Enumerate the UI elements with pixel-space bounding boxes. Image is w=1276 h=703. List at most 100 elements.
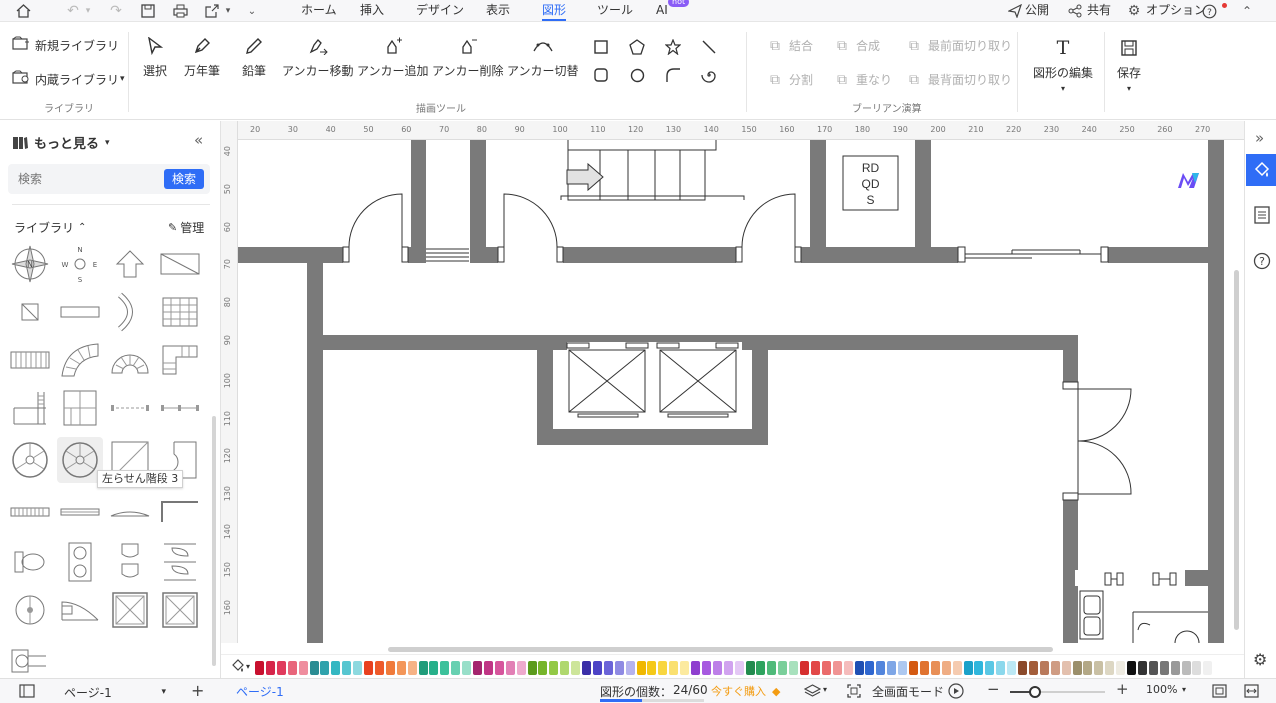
anchor-switch-button[interactable]: アンカー切替	[507, 34, 579, 79]
color-swatch[interactable]	[1094, 661, 1104, 675]
color-swatch[interactable]	[407, 661, 417, 675]
color-swatch[interactable]	[1018, 661, 1027, 675]
color-swatch[interactable]	[396, 661, 406, 675]
pentagon-shape-icon[interactable]	[628, 38, 646, 56]
color-swatch[interactable]	[756, 661, 766, 675]
bathtub-shape[interactable]	[157, 587, 203, 633]
color-swatch[interactable]	[451, 661, 461, 675]
color-swatch[interactable]	[603, 661, 613, 675]
color-swatch[interactable]	[647, 661, 657, 675]
window-arc-shape[interactable]	[107, 489, 153, 535]
color-swatch[interactable]	[734, 661, 744, 675]
undo-dropdown-icon[interactable]: ▾	[83, 2, 93, 20]
color-swatch[interactable]	[669, 661, 679, 675]
straight-stair-shape[interactable]	[7, 337, 53, 383]
vertical-scrollbar[interactable]	[1229, 140, 1244, 643]
color-swatch[interactable]	[1072, 661, 1082, 675]
color-swatch[interactable]	[364, 661, 373, 675]
page-tab[interactable]: ページ-1	[236, 683, 284, 700]
color-swatch[interactable]	[658, 661, 668, 675]
wall-shape[interactable]	[57, 289, 103, 335]
home-icon[interactable]	[14, 2, 32, 20]
bath-fixtures-shape[interactable]	[157, 539, 203, 585]
rounded-rect-shape-icon[interactable]	[592, 66, 610, 84]
washing-machine-shape[interactable]	[7, 637, 53, 683]
back-cut-button[interactable]: ⧉ 最背面切り取り	[905, 71, 1012, 88]
color-swatch[interactable]	[374, 661, 384, 675]
color-swatch[interactable]	[440, 661, 450, 675]
color-swatch[interactable]	[1203, 661, 1213, 675]
spiral-stair-left-1-shape[interactable]	[7, 437, 53, 483]
color-swatch[interactable]	[265, 661, 275, 675]
zoom-slider-handle[interactable]	[1029, 686, 1041, 698]
search-button[interactable]: 検索	[164, 169, 204, 189]
spiral-stair-shape[interactable]	[107, 337, 153, 383]
rectangle-shape-icon[interactable]	[592, 38, 610, 56]
help-icon[interactable]: ?	[1200, 2, 1218, 20]
nwse-compass-shape[interactable]: N S W E	[57, 241, 103, 287]
color-swatch[interactable]	[1105, 661, 1115, 675]
color-swatch[interactable]	[483, 661, 493, 675]
stair-rail-shape[interactable]	[7, 385, 53, 431]
color-swatch[interactable]	[712, 661, 722, 675]
save-shape-button[interactable]: 保存 ▾	[1117, 36, 1141, 93]
edit-shape-button[interactable]: T 図形の編集 ▾	[1033, 36, 1093, 93]
search-input[interactable]	[8, 164, 158, 194]
tab-shape[interactable]: 図形	[542, 1, 567, 21]
color-swatch[interactable]	[1192, 661, 1202, 675]
fit-page-icon[interactable]	[1212, 684, 1227, 701]
combine-button[interactable]: ⧉ 合成	[833, 37, 880, 54]
page-panel-icon[interactable]	[19, 684, 35, 701]
color-swatch[interactable]	[996, 661, 1006, 675]
color-swatch[interactable]	[810, 661, 820, 675]
color-swatch[interactable]	[876, 661, 886, 675]
arc-shape-icon[interactable]	[664, 66, 682, 84]
publish-button[interactable]: 公開	[1025, 1, 1049, 21]
color-swatch[interactable]	[309, 661, 319, 675]
shower-tray-shape[interactable]	[107, 587, 153, 633]
color-swatch[interactable]	[919, 661, 929, 675]
color-swatch[interactable]	[625, 661, 635, 675]
tab-design[interactable]: デザイン	[416, 1, 464, 21]
color-swatch[interactable]	[985, 661, 995, 675]
color-swatch[interactable]	[1050, 661, 1060, 675]
help-icon[interactable]: ?	[1253, 252, 1271, 273]
tab-view[interactable]: 表示	[486, 1, 510, 21]
color-swatch[interactable]	[255, 661, 264, 675]
color-swatch[interactable]	[1181, 661, 1191, 675]
color-swatch[interactable]	[571, 661, 581, 675]
color-swatch[interactable]	[898, 661, 908, 675]
horizontal-scroll-thumb[interactable]	[388, 647, 1053, 652]
color-swatch[interactable]	[549, 661, 559, 675]
color-swatch[interactable]	[701, 661, 711, 675]
page-selector[interactable]: ページ-1 ▾	[50, 682, 178, 702]
color-swatch[interactable]	[778, 661, 788, 675]
new-library-button[interactable]: 新規ライブラリ	[12, 36, 119, 54]
color-swatch[interactable]	[865, 661, 875, 675]
color-swatch[interactable]	[298, 661, 308, 675]
radiator-shape[interactable]	[7, 489, 53, 535]
color-swatch[interactable]	[691, 661, 700, 675]
color-swatch[interactable]	[1007, 661, 1017, 675]
undo-icon[interactable]: ↶	[64, 2, 82, 20]
zoom-level[interactable]: 100%	[1146, 683, 1177, 696]
vertical-scroll-thumb[interactable]	[1234, 270, 1239, 630]
more-button[interactable]: もっと見る ▾	[12, 133, 110, 152]
color-swatch[interactable]	[1028, 661, 1038, 675]
color-swatch[interactable]	[560, 661, 570, 675]
color-swatch[interactable]	[963, 661, 973, 675]
add-page-button[interactable]: +	[191, 681, 204, 700]
pen-tool-button[interactable]: 万年筆	[184, 34, 220, 79]
color-swatch[interactable]	[909, 661, 918, 675]
rect-cross-shape[interactable]	[157, 241, 203, 287]
builtin-library-button[interactable]: 内蔵ライブラリ ▾	[12, 70, 125, 88]
export-dropdown-icon[interactable]: ▾	[223, 2, 233, 20]
circle-shape-icon[interactable]	[628, 66, 646, 84]
more-icon[interactable]: ⌄	[243, 2, 261, 20]
color-swatch[interactable]	[592, 661, 602, 675]
railing-shape[interactable]	[107, 385, 153, 431]
color-swatch[interactable]	[1137, 661, 1147, 675]
color-swatch[interactable]	[821, 661, 831, 675]
color-swatch[interactable]	[582, 661, 591, 675]
color-swatch[interactable]	[1170, 661, 1180, 675]
